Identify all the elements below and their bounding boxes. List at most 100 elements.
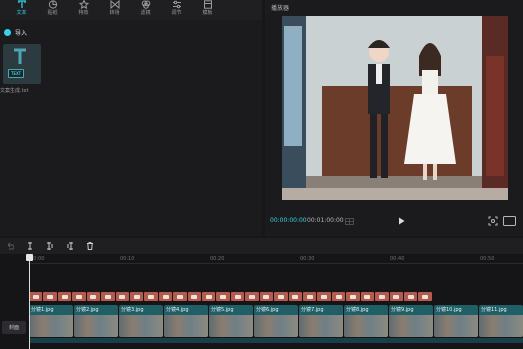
split-button[interactable]: [22, 239, 38, 253]
text-clip[interactable]: [245, 292, 259, 301]
cover-button[interactable]: 封面: [2, 321, 26, 334]
split-right-button[interactable]: [62, 239, 78, 253]
toolbar-template[interactable]: 模板: [192, 0, 223, 20]
playhead-handle[interactable]: [26, 254, 33, 261]
play-icon[interactable]: [398, 217, 405, 225]
text-clip-icon: [393, 294, 400, 299]
video-clip-label: 分镜7.jpg: [301, 307, 324, 313]
video-preview[interactable]: [282, 16, 508, 200]
video-clip[interactable]: 分镜7.jpg: [299, 305, 343, 337]
video-clip[interactable]: 分镜3.jpg: [119, 305, 163, 337]
video-clip[interactable]: 分镜10.jpg: [434, 305, 478, 337]
import-tab[interactable]: 导入: [4, 28, 27, 37]
text-clip[interactable]: [129, 292, 144, 301]
toolbar-effects-label: 特效: [78, 10, 89, 16]
text-clip[interactable]: [101, 292, 115, 301]
transition-icon: [110, 0, 119, 9]
text-clip-icon: [277, 294, 284, 299]
text-clip[interactable]: [216, 292, 230, 301]
text-clip[interactable]: [115, 292, 129, 301]
media-item-text-file[interactable]: TEXT: [3, 44, 41, 84]
text-clip-icon: [349, 294, 356, 299]
text-clip[interactable]: [346, 292, 360, 301]
video-clip-thumbnails: [254, 315, 298, 337]
toolbar-adjust[interactable]: 调节: [161, 0, 192, 20]
video-clip[interactable]: 分镜4.jpg: [164, 305, 208, 337]
text-clip[interactable]: [202, 292, 216, 301]
text-clip[interactable]: [403, 292, 418, 301]
video-clip[interactable]: 分镜6.jpg: [254, 305, 298, 337]
ruler-tick: 00:40: [390, 256, 405, 262]
text-clip-icon: [234, 294, 241, 299]
text-clip[interactable]: [158, 292, 173, 301]
trash-icon: [87, 242, 93, 250]
text-clip[interactable]: [288, 292, 303, 301]
track-footer: [29, 338, 523, 343]
timeline-panel[interactable]: 00:00 00:10 00:20 00:30 00:40 00:50 封面 分…: [0, 254, 523, 349]
player-panel: 播放器 00:00:00:00 00:01:00:00: [265, 0, 523, 236]
text-clip[interactable]: [29, 292, 43, 301]
player-title: 播放器: [271, 5, 290, 12]
ratio-icon[interactable]: [503, 216, 516, 226]
split-left-button[interactable]: [42, 239, 58, 253]
text-clip[interactable]: [187, 292, 202, 301]
text-clip-icon: [249, 294, 256, 299]
fullscreen-grid-icon[interactable]: [345, 218, 354, 225]
text-clip[interactable]: [317, 292, 331, 301]
text-clip-icon: [32, 294, 39, 299]
video-clip[interactable]: 分镜5.jpg: [209, 305, 253, 337]
text-clip[interactable]: [230, 292, 245, 301]
toolbar-effects[interactable]: 特效: [68, 0, 99, 20]
video-clip-thumbnails: [209, 315, 253, 337]
text-clip[interactable]: [43, 292, 57, 301]
toolbar-text-label: 文本: [16, 10, 27, 16]
import-tab-label: 导入: [15, 30, 28, 37]
text-clip[interactable]: [418, 292, 432, 301]
video-clip-thumbnails: [299, 315, 343, 337]
toolbar-text[interactable]: 文本: [6, 0, 37, 20]
text-clip[interactable]: [259, 292, 274, 301]
text-clip[interactable]: [173, 292, 187, 301]
toolbar-transition[interactable]: 转场: [99, 0, 130, 20]
video-clip-label: 分镜4.jpg: [166, 307, 189, 313]
video-clip[interactable]: 分镜1.jpg: [29, 305, 73, 337]
effects-icon: [78, 0, 89, 9]
toolbar-sticker[interactable]: 贴纸: [37, 0, 68, 20]
text-file-icon: [14, 48, 26, 64]
toolbar-filter[interactable]: 滤镜: [130, 0, 161, 20]
ruler-tick: 00:10: [120, 256, 135, 262]
text-clip-icon: [47, 294, 54, 299]
split-left-icon: [47, 242, 53, 250]
text-clip-icon: [61, 294, 68, 299]
ruler-tick: 00:50: [480, 256, 495, 262]
text-clip-icon: [263, 294, 270, 299]
current-time: 00:00:00:00: [270, 217, 307, 224]
text-clip[interactable]: [274, 292, 288, 301]
text-clip-icon: [220, 294, 227, 299]
video-track[interactable]: 分镜1.jpg 分镜2.jpg 分镜3.jpg 分镜4.jpg 分镜5.jpg 分镜6.j…: [29, 305, 523, 337]
text-clip[interactable]: [72, 292, 86, 301]
undo-button[interactable]: [2, 239, 18, 253]
delete-button[interactable]: [82, 239, 98, 253]
text-clip[interactable]: [389, 292, 403, 301]
text-clip[interactable]: [375, 292, 389, 301]
video-clip[interactable]: 分镜11.jpg: [479, 305, 523, 337]
text-clip[interactable]: [144, 292, 158, 301]
video-clip[interactable]: 分镜9.jpg: [389, 305, 433, 337]
text-clip[interactable]: [303, 292, 317, 301]
text-clip[interactable]: [331, 292, 346, 301]
text-clip-icon: [104, 294, 111, 299]
video-clip[interactable]: 分镜2.jpg: [74, 305, 118, 337]
text-clip[interactable]: [360, 292, 375, 301]
fit-screen-icon[interactable]: [488, 216, 498, 226]
text-track[interactable]: [29, 292, 432, 301]
video-clip[interactable]: 分镜8.jpg: [344, 305, 388, 337]
timeline-ruler[interactable]: 00:00 00:10 00:20 00:30 00:40 00:50: [28, 254, 523, 264]
playhead[interactable]: [29, 254, 30, 349]
video-clip-thumbnails: [344, 315, 388, 337]
top-toolbar: 文本 贴纸 特效 转场 滤镜 调节 模板: [0, 0, 262, 20]
text-clip[interactable]: [57, 292, 72, 301]
text-clip[interactable]: [86, 292, 101, 301]
sticker-icon: [48, 0, 57, 9]
video-clip-label: 分镜2.jpg: [76, 307, 99, 313]
